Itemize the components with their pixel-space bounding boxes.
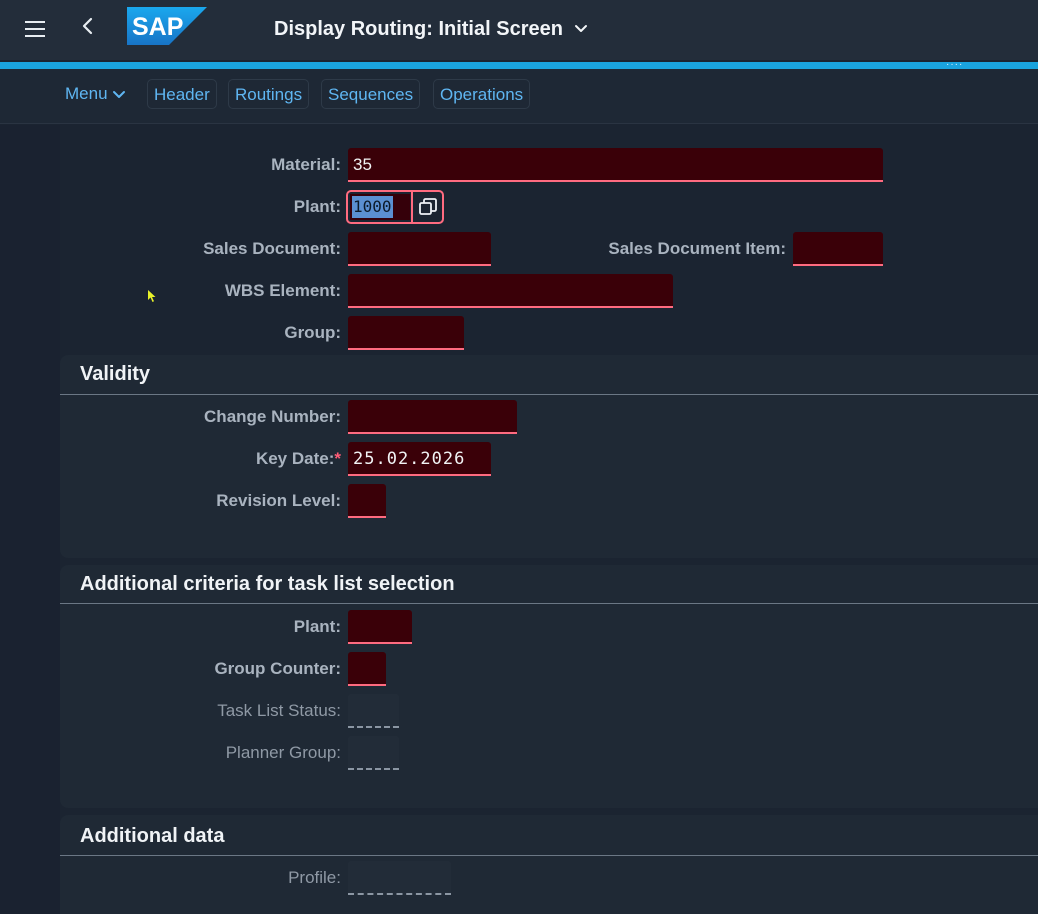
material-input[interactable]: 35 [348,148,883,182]
change-number-label: Change Number: [204,407,341,426]
additional-criteria-title: Additional criteria for task list select… [80,573,455,595]
group-label: Group: [284,323,341,342]
plant-value: 1000 [352,196,393,218]
shell-bar: SAP Display Routing: Initial Screen [0,0,1038,60]
menu-button-label: Menu [65,84,108,103]
wbs-element-input[interactable] [348,274,673,308]
mouse-cursor-icon [148,290,156,302]
toolbar: Menu Header Routings Sequences Operation… [0,69,1038,124]
material-label: Material: [271,155,341,174]
sales-document-input[interactable] [348,232,491,266]
group-input[interactable] [348,316,464,350]
menu-button[interactable]: Menu [59,79,132,109]
sales-document-item-input[interactable] [793,232,883,266]
key-date-input[interactable]: 25.02.2026 [348,442,491,476]
plant-field-group: 1000 [346,190,444,224]
required-indicator: * [334,449,341,468]
svg-text:SAP: SAP [132,13,183,41]
resize-handle[interactable]: ···· [946,60,963,70]
criteria-plant-label: Plant: [293,617,341,636]
hamburger-icon-line [25,28,45,30]
header-button[interactable]: Header [147,79,217,109]
profile-field [348,861,451,895]
plant-label: Plant: [293,197,341,216]
page-title: Display Routing: Initial Screen [274,17,563,40]
plant-input[interactable]: 1000 [350,194,410,220]
value-help-icon[interactable] [416,195,440,219]
hamburger-icon [25,21,45,23]
profile-label: Profile: [288,868,341,887]
hamburger-icon-line [25,35,45,37]
planner-group-field [348,736,399,770]
page-title-dropdown[interactable]: Display Routing: Initial Screen [274,14,589,44]
additional-data-title: Additional data [80,825,225,847]
validity-divider [60,394,1038,395]
group-counter-label: Group Counter: [214,659,341,678]
validity-section: Validity [60,355,1038,558]
plant-separator [411,192,413,222]
additional-data-section: Additional data [60,815,1038,914]
sap-logo[interactable]: SAP [127,7,207,45]
additional-criteria-divider [60,603,1038,604]
chevron-down-icon [574,25,587,32]
key-date-value: 25.02.2026 [353,449,466,469]
hamburger-menu-button[interactable] [18,14,52,44]
operations-button[interactable]: Operations [433,79,531,109]
additional-criteria-section: Additional criteria for task list select… [60,565,1038,808]
sales-document-item-label: Sales Document Item: [608,239,786,258]
sequences-button[interactable]: Sequences [321,79,421,109]
validity-title: Validity [80,363,151,385]
left-strip [0,125,60,914]
group-counter-input[interactable] [348,652,386,686]
key-date-label: Key Date:* [256,449,341,469]
accent-bar [0,62,1038,69]
routings-button[interactable]: Routings [228,79,310,109]
material-value: 35 [353,155,372,174]
criteria-plant-input[interactable] [348,610,412,644]
change-number-input[interactable] [348,400,517,434]
back-button[interactable] [74,14,102,44]
chevron-down-icon [112,90,125,98]
revision-level-input[interactable] [348,484,386,518]
key-date-label-text: Key Date: [255,449,335,468]
task-list-status-field [348,694,399,728]
wbs-element-label: WBS Element: [224,281,341,300]
additional-data-divider [60,855,1038,856]
task-list-status-label: Task List Status: [217,701,341,720]
sales-document-label: Sales Document: [203,239,341,258]
revision-level-label: Revision Level: [216,491,341,510]
chevron-left-icon [82,17,93,35]
planner-group-label: Planner Group: [225,743,341,762]
